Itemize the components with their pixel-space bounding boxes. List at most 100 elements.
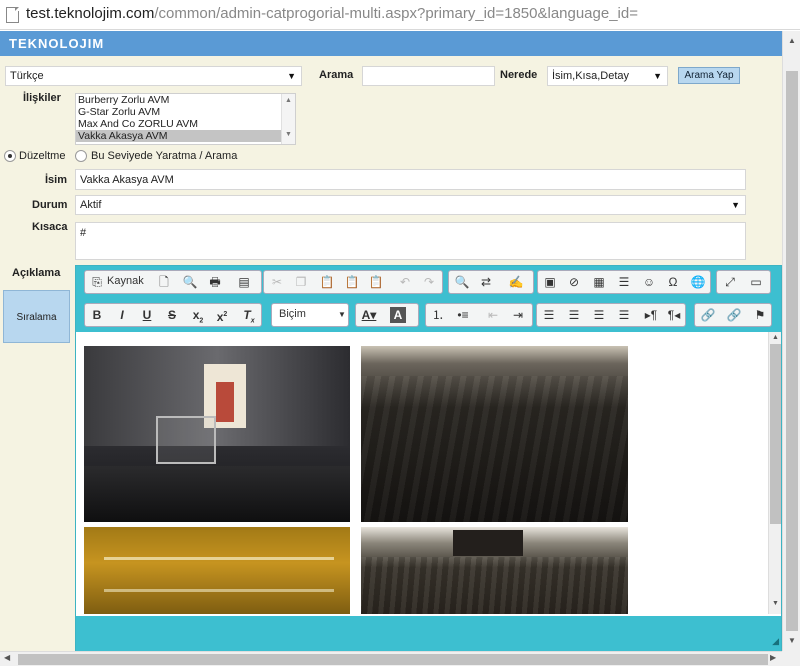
relations-label: İlişkiler bbox=[23, 92, 61, 104]
text-color-icon[interactable]: A▾ bbox=[360, 307, 378, 323]
replace-icon[interactable]: ⇄ bbox=[477, 274, 495, 290]
rtl-icon[interactable]: ¶◂ bbox=[665, 307, 683, 323]
resize-grip-icon[interactable]: ◢ bbox=[772, 636, 779, 647]
content-image[interactable] bbox=[361, 527, 628, 614]
undo-icon[interactable]: ↶ bbox=[396, 274, 414, 290]
spellcheck-icon[interactable]: ✍ bbox=[507, 274, 525, 290]
paste-icon[interactable]: 📋 bbox=[318, 274, 336, 290]
scroll-right-icon[interactable]: ▶ bbox=[770, 653, 776, 662]
numbered-list-icon[interactable]: ⒈ bbox=[429, 307, 447, 323]
list-item[interactable]: G-Star Zorlu AVM bbox=[76, 106, 295, 118]
anchor-icon[interactable]: ⚑ bbox=[751, 307, 769, 323]
indent-icon[interactable]: ⇥ bbox=[509, 307, 527, 323]
paste-text-icon[interactable]: 📋 bbox=[343, 274, 361, 290]
sort-button[interactable]: Sıralama bbox=[3, 290, 70, 343]
scroll-up-icon[interactable]: ▲ bbox=[788, 36, 796, 45]
italic-icon[interactable]: I bbox=[113, 307, 131, 323]
flash-icon[interactable]: ⊘ bbox=[565, 274, 583, 290]
background-color-icon[interactable]: A bbox=[390, 307, 406, 323]
content-image[interactable] bbox=[361, 346, 628, 522]
new-page-icon[interactable]: 🗋 bbox=[155, 274, 173, 290]
toolbar-group-editing: 🔍 ⇄ ✍ bbox=[448, 270, 534, 294]
logo: TEKNOLOJIM bbox=[9, 36, 105, 51]
unlink-icon[interactable]: 🔗 bbox=[725, 307, 743, 323]
bulleted-list-icon[interactable]: •≡ bbox=[454, 307, 472, 323]
format-select-value: Biçim bbox=[279, 308, 306, 320]
scroll-thumb[interactable] bbox=[786, 71, 798, 631]
chevron-down-icon: ▼ bbox=[287, 71, 296, 81]
scroll-up-icon[interactable]: ▲ bbox=[772, 334, 779, 341]
outdent-icon[interactable]: ⇤ bbox=[484, 307, 502, 323]
bold-icon[interactable]: B bbox=[88, 307, 106, 323]
scroll-down-icon[interactable]: ▼ bbox=[772, 600, 779, 607]
url-path: /common/admin-catprogorial-multi.aspx?pr… bbox=[154, 5, 638, 22]
page-icon bbox=[6, 7, 19, 23]
window-horizontal-scrollbar[interactable]: ◀ ▶ bbox=[0, 651, 782, 666]
editor-toolbar-row-1: ⎘ Kaynak 🗋 🔍 🖶 ▤ ✂ ❐ 📋 📋 📋 ↶ ↷ 🔍 ⇄ ✍ ▣ ⊘… bbox=[76, 266, 781, 299]
address-bar[interactable]: test.teknolojim.com/common/admin-catprog… bbox=[0, 0, 800, 30]
horizontal-rule-icon[interactable]: ☰ bbox=[615, 274, 633, 290]
superscript-icon[interactable]: x2 bbox=[213, 307, 231, 324]
scroll-up-icon[interactable]: ▲ bbox=[285, 97, 292, 104]
preview-icon[interactable]: 🔍 bbox=[181, 274, 199, 290]
scroll-thumb[interactable] bbox=[18, 654, 768, 665]
show-blocks-icon[interactable]: ▭ bbox=[747, 274, 765, 290]
where-select[interactable]: İsim,Kısa,Detay ▼ bbox=[547, 66, 668, 86]
short-textarea[interactable]: # bbox=[75, 222, 746, 260]
cut-icon[interactable]: ✂ bbox=[268, 274, 286, 290]
name-label: İsim bbox=[45, 174, 68, 186]
scroll-thumb[interactable] bbox=[770, 344, 781, 524]
source-button[interactable]: Kaynak bbox=[107, 275, 144, 287]
print-icon[interactable]: 🖶 bbox=[206, 274, 224, 290]
list-item[interactable]: Max And Co ZORLU AVM bbox=[76, 118, 295, 130]
radio-edit[interactable] bbox=[4, 150, 16, 162]
image-icon[interactable]: ▣ bbox=[541, 274, 559, 290]
scroll-left-icon[interactable]: ◀ bbox=[4, 653, 10, 662]
scrollbar-corner bbox=[782, 651, 800, 666]
format-select[interactable]: Biçim ▼ bbox=[271, 303, 349, 327]
name-input[interactable]: Vakka Akasya AVM bbox=[75, 169, 746, 190]
listbox-scrollbar[interactable]: ▲ ▼ bbox=[281, 94, 295, 144]
url-text[interactable]: test.teknolojim.com/common/admin-catprog… bbox=[26, 5, 638, 22]
special-char-icon[interactable]: Ω bbox=[664, 274, 682, 290]
radio-create[interactable] bbox=[75, 150, 87, 162]
window-vertical-scrollbar[interactable]: ▲ ▼ bbox=[782, 31, 800, 651]
scroll-down-icon[interactable]: ▼ bbox=[788, 636, 796, 645]
content-image[interactable] bbox=[84, 527, 350, 614]
content-image[interactable] bbox=[84, 346, 350, 522]
subscript-icon[interactable]: x2 bbox=[189, 307, 207, 324]
iframe-icon[interactable]: 🌐 bbox=[689, 274, 707, 290]
remove-format-icon[interactable]: Tx bbox=[240, 307, 258, 324]
list-item-selected[interactable]: Vakka Akasya AVM bbox=[76, 130, 295, 142]
relations-listbox[interactable]: Burberry Zorlu AVM G-Star Zorlu AVM Max … bbox=[75, 93, 296, 145]
status-label: Durum bbox=[32, 199, 68, 211]
strike-icon[interactable]: S bbox=[163, 307, 181, 323]
link-icon[interactable]: 🔗 bbox=[699, 307, 717, 323]
align-right-icon[interactable]: ☰ bbox=[590, 307, 608, 323]
find-icon[interactable]: 🔍 bbox=[453, 274, 471, 290]
align-left-icon[interactable]: ☰ bbox=[540, 307, 558, 323]
toolbar-group-colors: A▾ A bbox=[355, 303, 419, 327]
table-icon[interactable]: ▦ bbox=[590, 274, 608, 290]
templates-icon[interactable]: ▤ bbox=[235, 274, 253, 290]
list-item[interactable]: Burberry Zorlu AVM bbox=[76, 94, 295, 106]
description-label: Açıklama bbox=[12, 267, 61, 279]
ltr-icon[interactable]: ▸¶ bbox=[642, 307, 660, 323]
copy-icon[interactable]: ❐ bbox=[292, 274, 310, 290]
search-button[interactable]: Arama Yap bbox=[678, 67, 740, 84]
chevron-down-icon: ▼ bbox=[653, 71, 662, 81]
paste-word-icon[interactable]: 📋 bbox=[367, 274, 385, 290]
search-input[interactable] bbox=[362, 66, 495, 86]
underline-icon[interactable]: U bbox=[138, 307, 156, 323]
smiley-icon[interactable]: ☺ bbox=[640, 274, 658, 290]
scroll-down-icon[interactable]: ▼ bbox=[285, 131, 292, 138]
source-icon[interactable]: ⎘ bbox=[88, 274, 106, 290]
editor-content[interactable] bbox=[76, 332, 781, 614]
justify-icon[interactable]: ☰ bbox=[615, 307, 633, 323]
editor-scrollbar[interactable]: ▲ ▼ bbox=[768, 332, 781, 614]
language-select[interactable]: Türkçe ▼ bbox=[5, 66, 302, 86]
status-select[interactable]: Aktif ▼ bbox=[75, 195, 746, 215]
redo-icon[interactable]: ↷ bbox=[420, 274, 438, 290]
align-center-icon[interactable]: ☰ bbox=[565, 307, 583, 323]
maximize-icon[interactable]: ⤢ bbox=[721, 274, 739, 290]
